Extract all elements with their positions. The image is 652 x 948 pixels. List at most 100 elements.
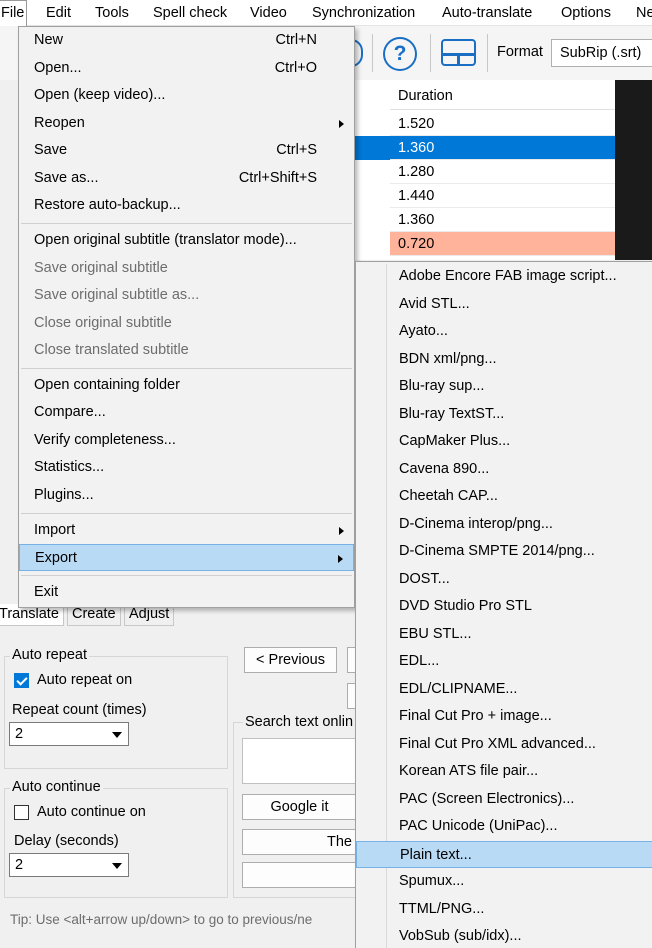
menu-item-save-original-as: Save original subtitle as... — [34, 287, 200, 303]
export-item[interactable]: Avid STL... — [356, 291, 652, 319]
previous-button[interactable]: < Previous — [244, 647, 337, 673]
menu-spell-check[interactable]: Spell check — [151, 0, 229, 26]
toolbar-separator — [487, 34, 488, 72]
grid-row-cell[interactable] — [352, 232, 390, 256]
export-submenu: Adobe Encore FAB image script... Avid ST… — [355, 261, 652, 948]
export-item[interactable]: Final Cut Pro XML advanced... — [356, 731, 652, 759]
menu-tools[interactable]: Tools — [93, 0, 131, 26]
export-item[interactable]: EBU STL... — [356, 621, 652, 649]
grid-row-cell[interactable] — [352, 112, 390, 136]
menu-item-exit[interactable]: Exit — [19, 579, 354, 606]
grid-row-cell[interactable] — [352, 184, 390, 208]
auto-repeat-title: Auto repeat — [10, 647, 89, 663]
table-row[interactable]: 1.520 — [390, 112, 615, 136]
menu-separator — [21, 223, 352, 224]
export-item[interactable]: Korean ATS file pair... — [356, 758, 652, 786]
menu-networking[interactable]: Ne — [634, 0, 652, 26]
menu-item-open-original[interactable]: Open original subtitle (translator mode)… — [19, 227, 354, 254]
menu-options[interactable]: Options — [559, 0, 613, 26]
submenu-arrow-icon — [339, 120, 344, 128]
menu-item-statistics[interactable]: Statistics... — [19, 454, 354, 481]
export-item[interactable]: PAC (Screen Electronics)... — [356, 786, 652, 814]
duration-column-header[interactable]: Duration — [390, 80, 615, 110]
thesaurus-button[interactable]: The — [242, 829, 357, 855]
toolbar-separator — [430, 34, 431, 72]
menu-item-plugins[interactable]: Plugins... — [19, 482, 354, 509]
search-extra-button[interactable] — [242, 862, 357, 888]
menu-item-open[interactable]: Open... Ctrl+O — [19, 55, 354, 82]
export-item[interactable]: Final Cut Pro + image... — [356, 703, 652, 731]
menu-video[interactable]: Video — [248, 0, 289, 26]
menu-item-save-as[interactable]: Save as... Ctrl+Shift+S — [19, 165, 354, 192]
repeat-count-select[interactable]: 2 — [9, 722, 129, 746]
menu-separator — [21, 368, 352, 369]
grid-row-cell[interactable] — [352, 208, 390, 232]
menu-item-close-original: Close original subtitle — [34, 315, 172, 331]
table-row-warning[interactable]: 0.720 — [390, 232, 615, 256]
export-item-plain-text[interactable]: Plain text... — [356, 840, 652, 868]
delay-label: Delay (seconds) — [14, 833, 119, 849]
format-label: Format — [497, 44, 543, 60]
table-row[interactable]: 1.440 — [390, 184, 615, 208]
menu-auto-translate[interactable]: Auto-translate — [440, 0, 534, 26]
grid-row-cell[interactable] — [352, 160, 390, 184]
menu-separator — [21, 575, 352, 576]
menu-item-compare[interactable]: Compare... — [19, 399, 354, 426]
menu-item-new[interactable]: New Ctrl+N — [19, 27, 354, 54]
export-item[interactable]: D-Cinema SMPTE 2014/png... — [356, 538, 652, 566]
format-select[interactable]: SubRip (.srt) — [551, 39, 652, 67]
repeat-count-label: Repeat count (times) — [12, 702, 147, 718]
menu-item-restore-backup[interactable]: Restore auto-backup... — [19, 192, 354, 219]
export-item[interactable]: PAC Unicode (UniPac)... — [356, 813, 652, 841]
export-item[interactable]: D-Cinema interop/png... — [356, 511, 652, 539]
search-text-field[interactable] — [242, 738, 357, 784]
table-row[interactable]: 1.360 — [390, 208, 615, 232]
help-icon[interactable]: ? — [383, 37, 417, 71]
layout-icon[interactable] — [441, 39, 476, 66]
export-item[interactable]: Blu-ray TextST... — [356, 401, 652, 429]
export-item[interactable]: BDN xml/png... — [356, 346, 652, 374]
menu-item-open-folder[interactable]: Open containing folder — [19, 372, 354, 399]
auto-continue-checkbox[interactable] — [14, 805, 29, 820]
grid-row-cell[interactable] — [352, 136, 390, 160]
subtitle-grid: Duration 1.520 1.360 1.280 1.440 1.360 0… — [352, 80, 652, 260]
menu-item-open-keep-video[interactable]: Open (keep video)... — [19, 82, 354, 109]
submenu-arrow-icon — [339, 527, 344, 535]
export-item[interactable]: Ayato... — [356, 318, 652, 346]
export-item[interactable]: Cheetah CAP... — [356, 483, 652, 511]
menu-item-save-original: Save original subtitle — [34, 260, 168, 276]
menu-edit[interactable]: Edit — [44, 0, 73, 26]
export-item[interactable]: DVD Studio Pro STL — [356, 593, 652, 621]
menu-item-close-translated: Close translated subtitle — [34, 342, 189, 358]
auto-repeat-checkbox[interactable] — [14, 673, 29, 688]
menu-item-save[interactable]: Save Ctrl+S — [19, 137, 354, 164]
menu-item-reopen[interactable]: Reopen — [19, 110, 354, 137]
menu-synchronization[interactable]: Synchronization — [310, 0, 417, 26]
export-item[interactable]: Adobe Encore FAB image script... — [356, 263, 652, 291]
submenu-arrow-icon — [338, 555, 343, 563]
search-online-title: Search text onlin — [243, 714, 356, 730]
table-row-selected[interactable]: 1.360 — [390, 136, 615, 160]
export-item[interactable]: EDL... — [356, 648, 652, 676]
menu-item-export[interactable]: Export — [19, 544, 354, 571]
menu-bar: File Edit Tools Spell check Video Synchr… — [0, 0, 652, 26]
export-item[interactable]: DOST... — [356, 566, 652, 594]
export-item[interactable]: Spumux... — [356, 868, 652, 896]
export-item[interactable]: CapMaker Plus... — [356, 428, 652, 456]
menu-separator — [21, 513, 352, 514]
export-item[interactable]: Cavena 890... — [356, 456, 652, 484]
google-it-button[interactable]: Google it — [242, 794, 357, 820]
delay-select[interactable]: 2 — [9, 853, 129, 877]
menu-item-import[interactable]: Import — [19, 517, 354, 544]
auto-continue-label: Auto continue on — [37, 804, 146, 820]
export-item[interactable]: TTML/PNG... — [356, 896, 652, 924]
menu-item-verify[interactable]: Verify completeness... — [19, 427, 354, 454]
tip-text: Tip: Use <alt+arrow up/down> to go to pr… — [10, 912, 313, 927]
table-row[interactable]: 1.280 — [390, 160, 615, 184]
export-item[interactable]: Blu-ray sup... — [356, 373, 652, 401]
export-item[interactable]: EDL/CLIPNAME... — [356, 676, 652, 704]
menu-file[interactable]: File — [0, 0, 28, 26]
export-item[interactable]: VobSub (sub/idx)... — [356, 923, 652, 948]
auto-repeat-label: Auto repeat on — [37, 672, 133, 688]
video-preview — [615, 80, 652, 260]
